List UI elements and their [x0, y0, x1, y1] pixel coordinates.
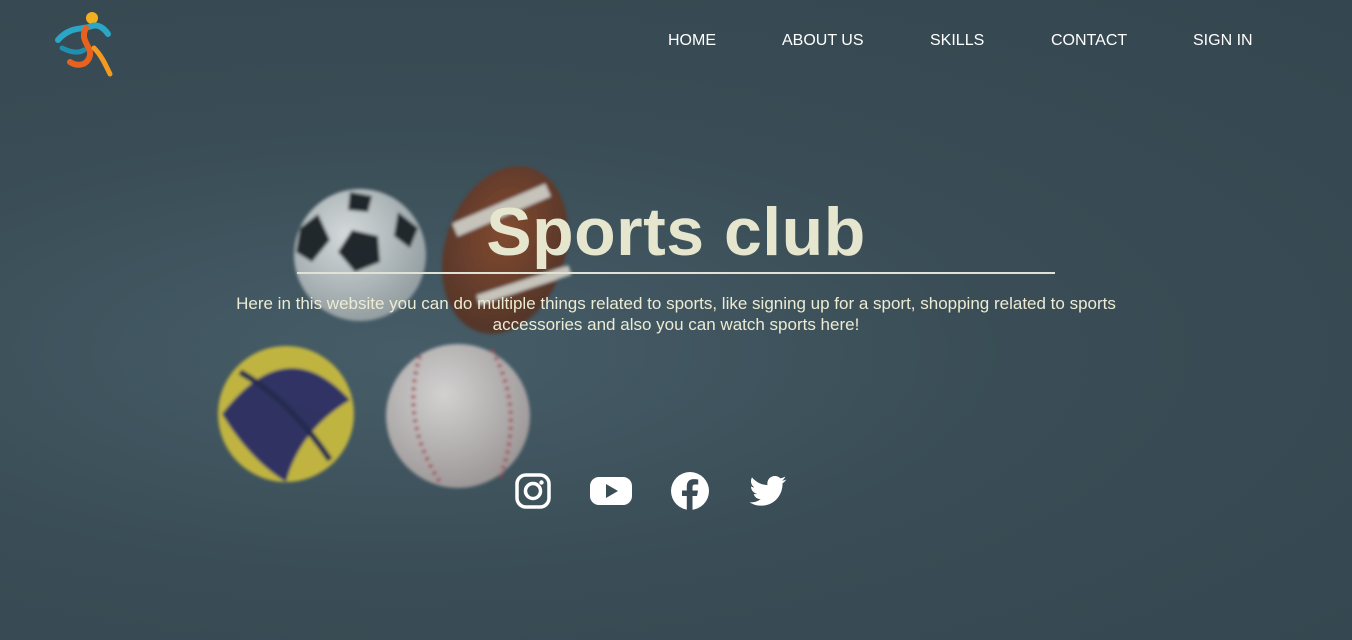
instagram-link[interactable] [514, 470, 552, 512]
youtube-link[interactable] [589, 470, 633, 512]
youtube-icon [590, 477, 632, 505]
social-links [0, 470, 1352, 512]
nav-contact[interactable]: CONTACT [1051, 30, 1127, 52]
twitter-icon [749, 476, 787, 506]
nav-sign-in[interactable]: SIGN IN [1193, 30, 1253, 52]
hero-title: Sports club [486, 194, 866, 270]
nav-home[interactable]: HOME [668, 30, 716, 52]
main-nav: HOME ABOUT US SKILLS CONTACT SIGN IN [0, 30, 1352, 52]
facebook-link[interactable] [670, 470, 710, 512]
nav-about-us[interactable]: ABOUT US [782, 30, 864, 52]
hero-description: Here in this website you can do multiple… [236, 294, 1116, 334]
nav-skills[interactable]: SKILLS [930, 30, 984, 52]
instagram-icon [515, 473, 551, 509]
twitter-link[interactable] [748, 470, 788, 512]
title-divider [297, 272, 1055, 274]
facebook-icon [671, 472, 709, 510]
